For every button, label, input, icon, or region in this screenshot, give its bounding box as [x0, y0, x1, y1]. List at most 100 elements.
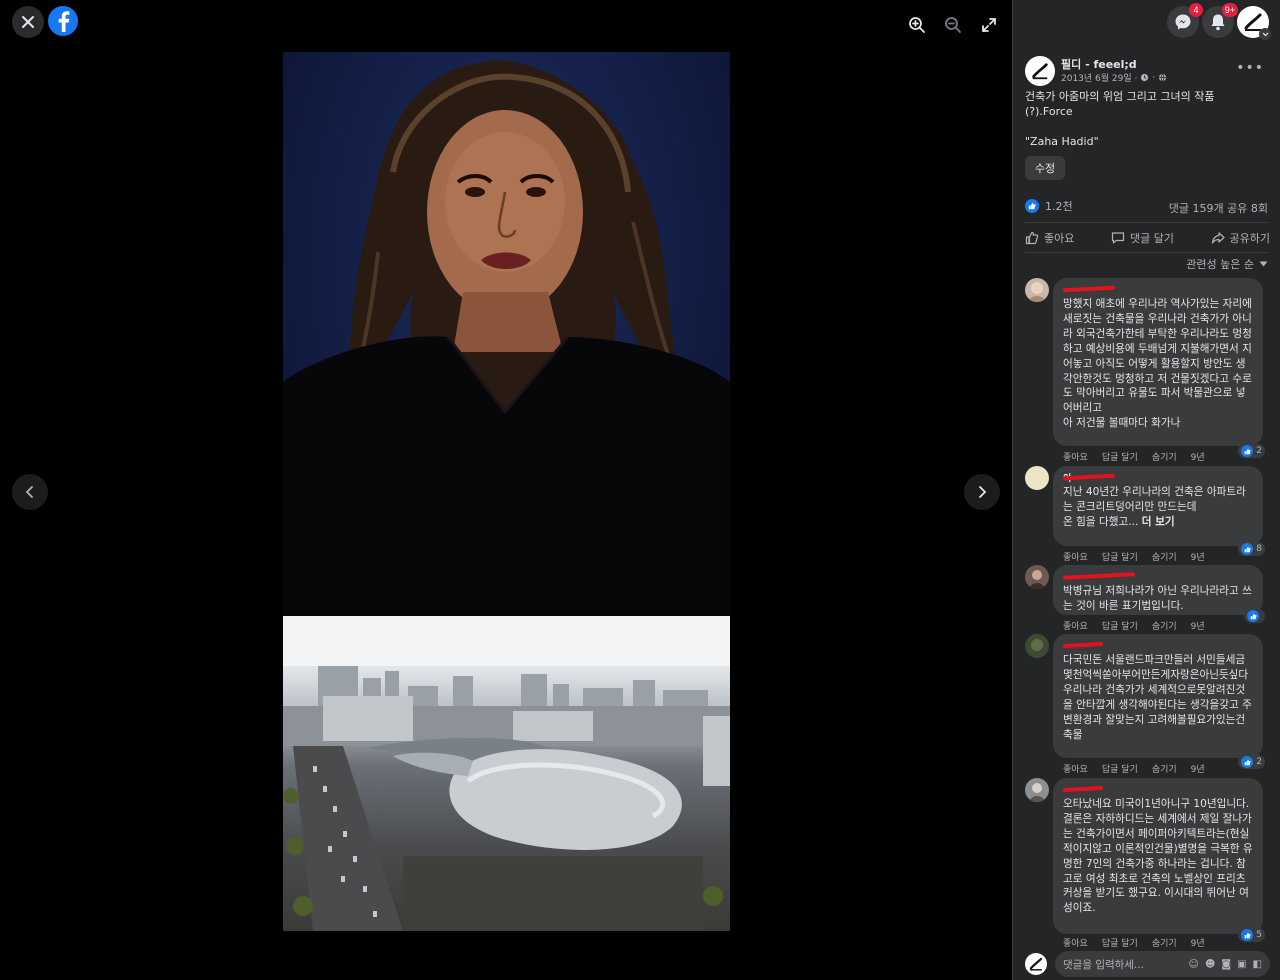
bell-icon [1211, 14, 1225, 31]
commenter-avatar[interactable] [1025, 634, 1049, 658]
comment-hide-button[interactable]: 숨기기 [1152, 550, 1177, 563]
comment-reply-button[interactable]: 답글 달기 [1102, 550, 1138, 563]
post-actions: 좋아요 댓글 달기 공유하기 [1025, 226, 1270, 250]
commenter-avatar[interactable] [1025, 278, 1049, 302]
reaction-count: 5 [1256, 930, 1262, 940]
next-photo-button[interactable] [964, 474, 1000, 510]
comment-input[interactable]: 댓글을 입력하세... ☺ ☻ ◙ ▣ ◧ [1055, 951, 1270, 977]
emoji-icon[interactable]: ☻ [1205, 959, 1215, 970]
share-button[interactable]: 공유하기 [1211, 230, 1270, 246]
comment-meta: 좋아요 답글 달기 숨기기 9년 [1063, 450, 1205, 463]
comment-age[interactable]: 9년 [1191, 936, 1205, 949]
notifications-button[interactable]: 9+ [1202, 3, 1238, 38]
facebook-logo[interactable] [48, 6, 78, 36]
like-button[interactable]: 좋아요 [1025, 230, 1074, 246]
post-timestamp[interactable]: 2013년 6월 29일 · · [1061, 71, 1167, 84]
commenter-name-redacted[interactable] [1063, 639, 1103, 651]
post-text-line: (?).Force [1025, 105, 1073, 118]
comment-hide-button[interactable]: 숨기기 [1152, 619, 1177, 632]
camera-icon[interactable]: ◙ [1221, 959, 1231, 970]
previous-photo-button[interactable] [12, 474, 48, 510]
facebook-f-icon [58, 11, 70, 32]
comment-icon [1111, 232, 1125, 244]
commenter-avatar[interactable] [1025, 466, 1049, 490]
comment-reply-button[interactable]: 답글 달기 [1102, 936, 1138, 949]
comment-bubble: 다국민돈 서울랜드파크만들러 서민들세금 몇천억씩쏟아부어만든게자랑은아닌듯싶다… [1053, 634, 1263, 758]
comment-hide-button[interactable]: 숨기기 [1152, 450, 1177, 463]
composer-avatar[interactable] [1025, 953, 1047, 975]
account-button[interactable] [1237, 6, 1271, 40]
comment-reply-button[interactable]: 답글 달기 [1102, 762, 1138, 775]
globe-icon [1159, 73, 1167, 82]
architecture-image [283, 616, 730, 931]
thumbs-up-icon [1025, 231, 1039, 245]
avatar-sticker-icon[interactable]: ☺ [1189, 959, 1199, 970]
comment-text: 지난 40년간 우리나라의 건축은 아파트라는 콘크리트덩어리만 만드는데 온 … [1063, 486, 1246, 528]
post-photo [283, 52, 730, 931]
comment-reactions[interactable]: 2 [1238, 755, 1265, 769]
more-options-button[interactable]: ••• [1236, 60, 1264, 76]
comment-meta: 좋아요 답글 달기 숨기기 9년 [1063, 550, 1205, 563]
comment-like-button[interactable]: 좋아요 [1063, 619, 1088, 632]
comment-like-button[interactable]: 좋아요 [1063, 936, 1088, 949]
share-icon [1211, 232, 1225, 244]
gif-icon[interactable]: ▣ [1237, 959, 1246, 970]
comment-sort-dropdown[interactable]: 관련성 높은 순 [1186, 256, 1268, 272]
comment-reactions[interactable]: 5 [1238, 928, 1265, 942]
comment-share-counts[interactable]: 댓글 159개 공유 8회 [1169, 200, 1268, 216]
comment-button[interactable]: 댓글 달기 [1111, 230, 1174, 246]
commenter-name-redacted[interactable]: 이 [1063, 471, 1115, 483]
zoom-out-button[interactable] [942, 14, 964, 36]
like-label: 좋아요 [1044, 232, 1075, 245]
comment-age[interactable]: 9년 [1191, 550, 1205, 563]
reaction-summary[interactable]: 1.2천 [1025, 198, 1073, 214]
zoom-out-icon [945, 17, 961, 33]
comment-bubble: 망했지 애초에 우리나라 역사가있는 자리에 새로짓는 건축물을 우리나라 건축… [1053, 278, 1263, 446]
comment-reply-button[interactable]: 답글 달기 [1102, 619, 1138, 632]
share-label: 공유하기 [1229, 232, 1270, 245]
comment-reply-button[interactable]: 답글 달기 [1102, 450, 1138, 463]
close-button[interactable] [12, 6, 44, 38]
sticker-icon[interactable]: ◧ [1253, 959, 1262, 970]
edit-button[interactable]: 수정 [1025, 156, 1065, 180]
caret-down-icon [1259, 261, 1268, 267]
comment-meta: 좋아요 답글 달기 숨기기 9년 [1063, 762, 1205, 775]
comment-age[interactable]: 9년 [1191, 762, 1205, 775]
comment-composer: 댓글을 입력하세... ☺ ☻ ◙ ▣ ◧ [1025, 950, 1270, 978]
page-name-link[interactable]: 필디 - feeel;d [1061, 56, 1137, 72]
comment-like-button[interactable]: 좋아요 [1063, 762, 1088, 775]
comment-like-button[interactable]: 좋아요 [1063, 550, 1088, 563]
comment-age[interactable]: 9년 [1191, 450, 1205, 463]
comment-hide-button[interactable]: 숨기기 [1152, 762, 1177, 775]
zoom-in-button[interactable] [906, 14, 928, 36]
comment-reactions[interactable]: 2 [1238, 444, 1265, 458]
post-text-line: 건축가 아줌마의 위엄 그리고 그녀의 작품 [1025, 90, 1215, 103]
post-side-panel: 4 9+ 필디 - feeel;d 2013년 6월 29일 · · ••• 건… [1012, 0, 1280, 980]
messenger-button[interactable]: 4 [1167, 3, 1203, 38]
page-logo-icon [1032, 63, 1048, 80]
comment-hide-button[interactable]: 숨기기 [1152, 936, 1177, 949]
commenter-name-redacted[interactable] [1063, 283, 1115, 295]
reaction-count: 1.2천 [1045, 200, 1073, 213]
close-icon [22, 16, 34, 28]
comment-bubble: 오타났네요 미국이1년아니구 10년입니다. 결론은 자하하디드는 세계에서 제… [1053, 778, 1263, 934]
reaction-count: 8 [1256, 544, 1262, 554]
page-avatar[interactable] [1025, 56, 1055, 86]
comment-age[interactable]: 9년 [1191, 619, 1205, 632]
messenger-icon [1175, 14, 1191, 30]
sort-label: 관련성 높은 순 [1186, 258, 1254, 271]
fullscreen-icon [982, 18, 996, 32]
commenter-name-redacted[interactable] [1063, 570, 1135, 582]
see-more-link[interactable]: 더 보기 [1142, 516, 1175, 528]
like-reaction-icon [1241, 445, 1254, 457]
commenter-avatar[interactable] [1025, 565, 1049, 589]
comment-like-button[interactable]: 좋아요 [1063, 450, 1088, 463]
comment-input-placeholder: 댓글을 입력하세... [1063, 958, 1144, 971]
like-reaction-icon [1247, 610, 1259, 622]
commenter-avatar[interactable] [1025, 778, 1049, 802]
fullscreen-button[interactable] [978, 14, 1000, 36]
comment-reactions[interactable] [1244, 609, 1265, 623]
divider [1025, 222, 1268, 223]
commenter-name-redacted[interactable] [1063, 783, 1103, 795]
comment-reactions[interactable]: 8 [1238, 542, 1265, 556]
